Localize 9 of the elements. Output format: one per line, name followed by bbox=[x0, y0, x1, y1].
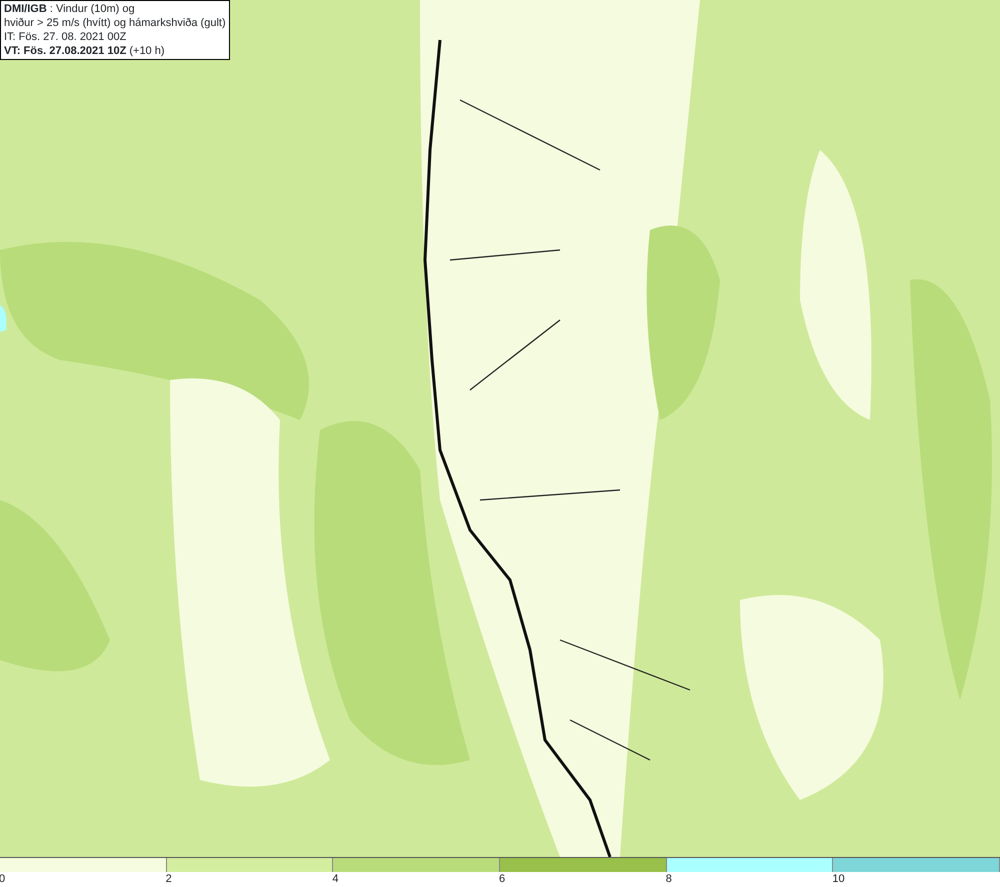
title-line: DMI/IGB : Vindur (10m) og bbox=[4, 2, 136, 16]
legend-tick-label: 10 bbox=[832, 872, 845, 886]
legend-tick-label: 8 bbox=[666, 872, 672, 886]
title-line: hviður > 25 m/s (hvítt) og hámarkshviða (gult) bbox=[4, 16, 226, 30]
legend-tick-label: 2 bbox=[166, 872, 172, 886]
legend-tick-label: 6 bbox=[499, 872, 506, 886]
title-line: IT: Fös. 27. 08. 2021 00Z bbox=[4, 30, 128, 44]
legend-tick-label: 4 bbox=[332, 872, 338, 886]
title-line: VT: Fös. 27.08.2021 10Z (+10 h) bbox=[4, 44, 166, 58]
